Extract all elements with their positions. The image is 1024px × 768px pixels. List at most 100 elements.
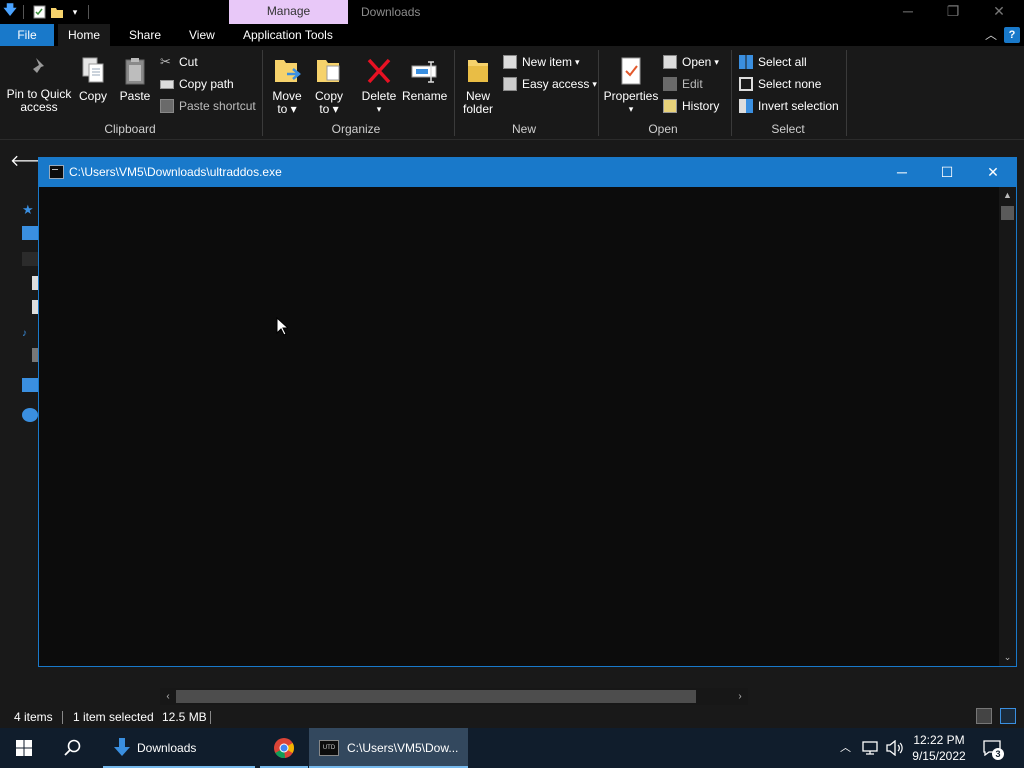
scroll-left-icon[interactable]: ‹: [160, 688, 176, 705]
new-folder-qat-icon[interactable]: [49, 4, 65, 20]
new-item-button[interactable]: New item ▾: [503, 53, 580, 71]
music-icon[interactable]: ♪: [22, 328, 38, 342]
copy-path-button[interactable]: Copy path: [160, 75, 234, 93]
invert-selection-button[interactable]: Invert selection: [739, 97, 839, 115]
edit-button[interactable]: Edit: [663, 75, 703, 93]
pin-to-quick-access-button[interactable]: Pin to Quick access: [6, 56, 72, 114]
status-size: 12.5 MB: [162, 710, 207, 724]
downloads-nav-icon[interactable]: [22, 252, 38, 266]
qat-dropdown-icon[interactable]: ▾: [67, 4, 83, 20]
console-output-area[interactable]: [39, 187, 999, 666]
search-button[interactable]: [48, 728, 96, 768]
tab-home[interactable]: Home: [58, 24, 111, 46]
new-folder-button[interactable]: New folder: [460, 56, 496, 116]
quick-access-star-icon[interactable]: ★: [22, 202, 38, 217]
network-icon[interactable]: [22, 408, 38, 422]
scissors-icon: ✂: [160, 54, 171, 69]
console-maximize-button[interactable]: ☐: [924, 158, 970, 187]
desktop-icon[interactable]: [22, 226, 38, 240]
explorer-close-button[interactable]: ✕: [976, 0, 1022, 24]
this-pc-icon[interactable]: [22, 378, 38, 392]
taskbar-item-chrome[interactable]: [260, 728, 308, 768]
tab-share[interactable]: Share: [119, 24, 171, 46]
edit-icon: [663, 77, 677, 91]
tab-application-tools[interactable]: Application Tools: [233, 24, 343, 46]
move-to-button[interactable]: Move to ▾: [270, 56, 304, 116]
new-item-dropdown-icon: ▾: [575, 57, 580, 67]
volume-icon[interactable]: [886, 740, 904, 756]
scroll-up-icon[interactable]: ▲: [999, 187, 1016, 204]
tab-manage[interactable]: Manage: [229, 0, 348, 24]
copy-to-button[interactable]: Copy to ▾: [312, 56, 346, 116]
explorer-window-title: Downloads: [361, 5, 421, 19]
easy-access-button[interactable]: Easy access ▾: [503, 75, 597, 93]
console-close-button[interactable]: ✕: [970, 158, 1016, 187]
console-minimize-button[interactable]: ─: [879, 158, 925, 187]
network-tray-icon[interactable]: [862, 741, 878, 755]
chrome-icon: [274, 738, 295, 759]
horizontal-scroll-thumb[interactable]: [176, 690, 696, 703]
taskbar-clock[interactable]: 12:22 PM 9/15/2022: [906, 732, 972, 764]
select-all-button[interactable]: Select all: [739, 53, 807, 71]
console-scroll-thumb[interactable]: [1001, 206, 1014, 220]
rename-label: Rename: [402, 89, 448, 103]
tab-file[interactable]: File: [0, 24, 54, 46]
delete-dropdown-icon: ▾: [376, 104, 382, 114]
properties-label: Properties: [603, 89, 659, 103]
copy-button[interactable]: Copy: [78, 56, 108, 103]
help-icon[interactable]: ?: [1004, 27, 1020, 43]
new-folder-icon: [468, 60, 488, 82]
console-app-icon[interactable]: [49, 165, 64, 179]
explorer-minimize-button[interactable]: ─: [885, 0, 931, 24]
properties-button[interactable]: Properties ▾: [602, 56, 660, 116]
quick-access-toolbar: 🡇 ▾: [0, 0, 94, 24]
easy-access-icon: [503, 77, 517, 91]
ribbon-collapse-icon[interactable]: ︿: [985, 24, 997, 46]
tab-view[interactable]: View: [179, 24, 225, 46]
explorer-restore-button[interactable]: ❐: [930, 0, 976, 24]
select-none-button[interactable]: Select none: [739, 75, 821, 93]
windows-logo-icon: [16, 740, 32, 756]
move-to-label-2: to ▾: [277, 102, 297, 116]
open-label: Open: [682, 55, 712, 69]
start-button[interactable]: [0, 728, 48, 768]
copy-to-label-2: to ▾: [319, 102, 339, 116]
status-separator: [62, 711, 63, 724]
history-button[interactable]: History: [663, 97, 719, 115]
large-icons-view-icon[interactable]: [1000, 708, 1016, 724]
status-separator: [210, 711, 211, 724]
scroll-down-icon[interactable]: ⌄: [999, 649, 1016, 666]
action-center-button[interactable]: 3: [982, 738, 1004, 760]
show-hidden-icons-icon[interactable]: ︿: [840, 728, 851, 768]
paste-button[interactable]: Paste: [118, 56, 152, 103]
horizontal-scrollbar[interactable]: ‹ ›: [160, 688, 748, 705]
rename-button[interactable]: Rename: [402, 56, 448, 103]
details-view-icon[interactable]: [976, 708, 992, 724]
cut-label: Cut: [179, 55, 198, 69]
copy-icon: [82, 57, 104, 83]
explorer-titlebar: 🡇 ▾ Manage Downloads ─ ❐ ✕: [0, 0, 1024, 24]
group-label-open: Open: [648, 122, 678, 136]
console-vertical-scrollbar[interactable]: ▲ ⌄: [999, 187, 1016, 666]
taskbar-item-label: Downloads: [137, 741, 197, 755]
clock-date: 9/15/2022: [912, 749, 966, 763]
select-none-label: Select none: [758, 77, 822, 91]
delete-button[interactable]: Delete ▾: [360, 56, 398, 116]
group-label-new: New: [511, 122, 536, 136]
taskbar-item-console[interactable]: UTD C:\Users\VM5\Dow...: [309, 728, 468, 768]
group-separator: [262, 50, 263, 136]
scroll-right-icon[interactable]: ›: [732, 688, 748, 705]
pin-icon: [30, 58, 44, 77]
rename-icon: [411, 61, 437, 83]
open-dropdown-icon: ▾: [714, 57, 719, 67]
notification-count-badge: 3: [992, 748, 1004, 760]
taskbar-item-downloads[interactable]: Downloads: [103, 728, 255, 768]
paste-shortcut-button[interactable]: Paste shortcut: [160, 97, 256, 115]
cut-button[interactable]: ✂ Cut: [160, 53, 198, 71]
properties-qat-icon[interactable]: [31, 4, 47, 20]
group-label-select: Select: [771, 122, 805, 136]
console-titlebar[interactable]: C:\Users\VM5\Downloads\ultraddos.exe ─ ☐…: [39, 158, 1016, 187]
taskbar-item-label: C:\Users\VM5\Dow...: [347, 741, 459, 755]
group-label-organize: Organize: [331, 122, 381, 136]
open-button[interactable]: Open ▾: [663, 53, 719, 71]
